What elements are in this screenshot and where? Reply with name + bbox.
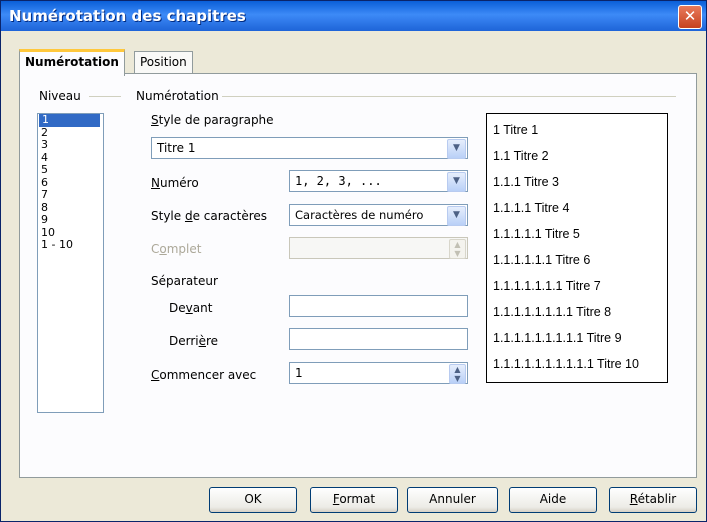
chevron-down-icon[interactable]: ▼	[447, 139, 466, 159]
numerotation-divider	[221, 96, 676, 97]
chevron-down-icon[interactable]: ▼	[447, 172, 466, 192]
preview-line: 1.1.1 Titre 3	[493, 175, 560, 189]
derriere-label: Derrière	[169, 334, 219, 348]
list-item[interactable]: 3	[38, 138, 103, 152]
chevron-down-icon[interactable]: ▼	[447, 206, 466, 226]
tab-position[interactable]: Position	[134, 51, 193, 73]
devant-label: Devant	[169, 301, 213, 315]
style-paragraphe-select[interactable]: Titre 1 ▼	[151, 137, 468, 159]
preview-line: 1.1.1.1.1.1.1.1.1 Titre 9	[493, 331, 622, 345]
preview-line: 1.1.1.1.1 Titre 5	[493, 227, 580, 241]
list-item[interactable]: 1 - 10	[38, 238, 103, 252]
tab-numerotation[interactable]: Numérotation	[19, 49, 125, 76]
numerotation-legend: Numérotation	[133, 89, 222, 103]
devant-input[interactable]	[289, 295, 468, 317]
list-item[interactable]: 5	[38, 163, 103, 177]
niveau-listbox[interactable]: 1 2 3 4 5 6 7 8 9 10 1 - 10	[37, 113, 104, 413]
preview-line: 1.1.1.1.1.1.1.1.1.1 Titre 10	[493, 357, 639, 371]
style-caracteres-select[interactable]: Caractères de numéro ▼	[289, 204, 468, 226]
reset-button[interactable]: Rétablir	[609, 487, 697, 513]
ok-button[interactable]: OK	[209, 487, 297, 513]
complet-label: Complet	[151, 242, 202, 256]
window-title: Numérotation des chapitres	[9, 7, 246, 25]
list-item[interactable]: 1	[39, 113, 100, 127]
style-paragraphe-label: Style de paragraphe	[151, 113, 274, 127]
format-button[interactable]: Format	[310, 487, 398, 513]
style-caracteres-value: Caractères de numéro	[295, 208, 424, 222]
preview-line: 1.1 Titre 2	[493, 149, 549, 163]
title-bar[interactable]: Numérotation des chapitres ✕	[1, 1, 706, 31]
preview-line: 1.1.1.1.1.1.1.1 Titre 8	[493, 305, 612, 319]
numbering-preview: 1 Titre 1 1.1 Titre 2 1.1.1 Titre 3 1.1.…	[486, 113, 668, 383]
separateur-label: Séparateur	[151, 274, 218, 288]
help-button[interactable]: Aide	[509, 487, 597, 513]
style-caracteres-label: Style de caractères	[151, 209, 268, 223]
preview-line: 1.1.1.1.1.1 Titre 6	[493, 253, 591, 267]
derriere-input[interactable]	[289, 328, 468, 350]
spin-arrows-icon[interactable]: ▲ ▼	[449, 364, 466, 384]
spin-arrows-icon: ▲ ▼	[449, 239, 466, 259]
numero-value: 1, 2, 3, ...	[295, 174, 382, 188]
commencer-label: Commencer avec	[151, 368, 257, 382]
commencer-value: 1	[295, 366, 303, 380]
preview-line: 1.1.1.1.1.1.1 Titre 7	[493, 279, 601, 293]
commencer-spinner[interactable]: 1 ▲ ▼	[289, 362, 468, 384]
niveau-divider	[89, 96, 121, 97]
complet-spinner: ▲ ▼	[289, 237, 468, 259]
list-item[interactable]: 9	[38, 213, 103, 227]
close-icon[interactable]: ✕	[678, 5, 702, 29]
preview-line: 1.1.1.1 Titre 4	[493, 201, 570, 215]
style-paragraphe-value: Titre 1	[157, 141, 196, 155]
cancel-button[interactable]: Annuler	[407, 487, 498, 513]
numero-label: Numéro	[151, 176, 199, 190]
dialog-window: Numérotation des chapitres ✕ Numérotatio…	[0, 0, 707, 522]
preview-line: 1 Titre 1	[493, 123, 539, 137]
list-item[interactable]: 7	[38, 188, 103, 202]
numero-select[interactable]: 1, 2, 3, ... ▼	[289, 170, 468, 192]
niveau-legend: Niveau	[36, 89, 84, 103]
